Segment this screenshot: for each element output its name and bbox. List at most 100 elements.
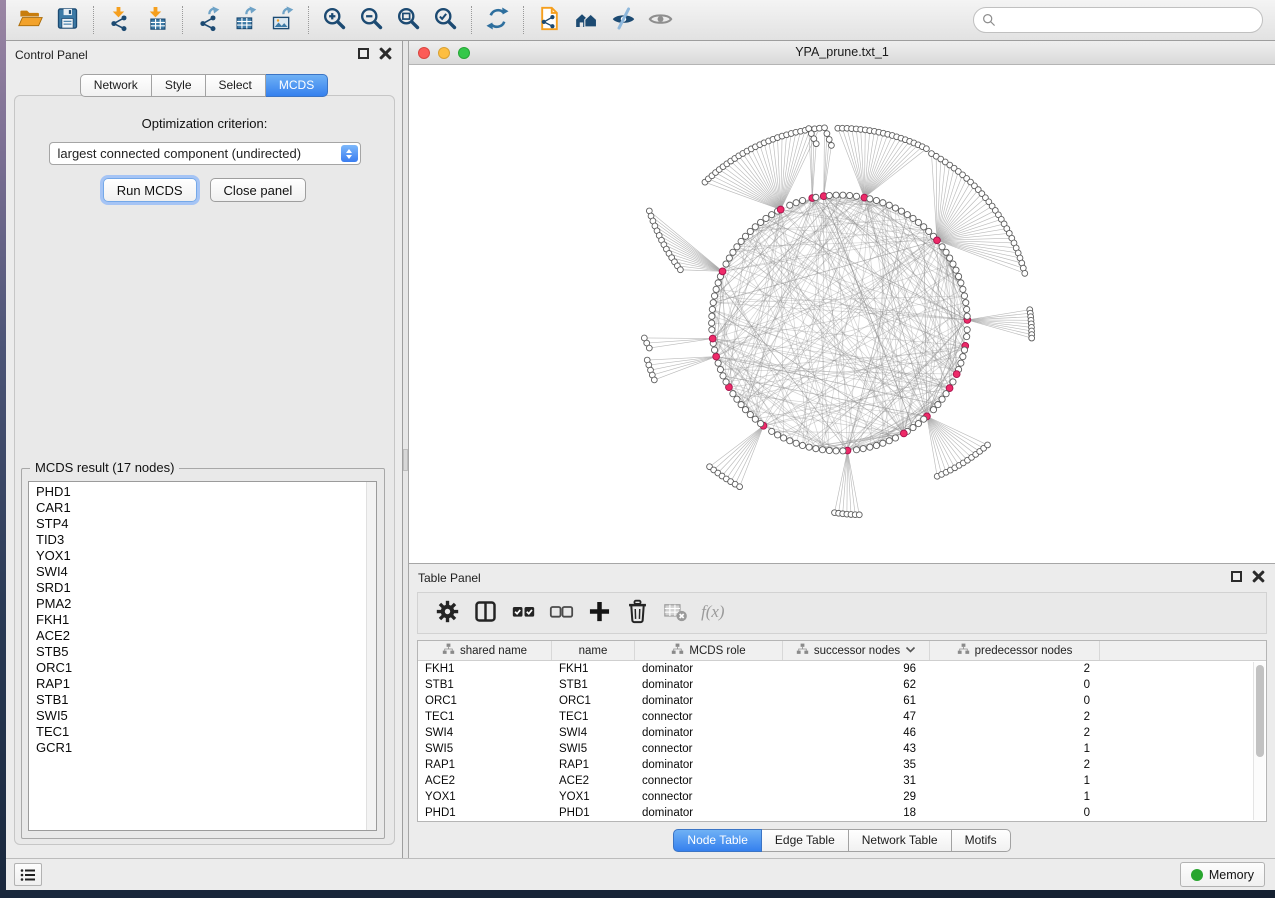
network-node[interactable] bbox=[711, 347, 717, 353]
tab-select[interactable]: Select bbox=[206, 74, 266, 97]
network-node[interactable] bbox=[723, 261, 729, 267]
close-panel-icon[interactable] bbox=[379, 47, 392, 60]
network-node[interactable] bbox=[892, 205, 898, 211]
apply-layout-button[interactable] bbox=[479, 3, 516, 37]
export-network-button[interactable] bbox=[190, 3, 227, 37]
network-node[interactable] bbox=[769, 428, 775, 434]
network-node[interactable] bbox=[787, 438, 793, 444]
float-panel-icon[interactable] bbox=[358, 48, 369, 59]
network-node[interactable] bbox=[651, 377, 657, 383]
mcds-result-item[interactable]: SWI4 bbox=[29, 564, 366, 580]
network-node[interactable] bbox=[826, 137, 832, 143]
zoom-selected-button[interactable] bbox=[427, 3, 464, 37]
network-node[interactable] bbox=[910, 424, 916, 430]
tab-mcds[interactable]: MCDS bbox=[266, 74, 328, 97]
open-file-button[interactable] bbox=[12, 3, 49, 37]
network-node[interactable] bbox=[847, 192, 853, 198]
tab-motifs[interactable]: Motifs bbox=[952, 829, 1011, 852]
network-node[interactable] bbox=[898, 208, 904, 214]
network-node[interactable] bbox=[961, 347, 967, 353]
mcds-result-item[interactable]: SRD1 bbox=[29, 580, 366, 596]
network-node[interactable] bbox=[910, 215, 916, 221]
network-node[interactable] bbox=[726, 255, 732, 261]
network-node[interactable] bbox=[867, 196, 873, 202]
network-node[interactable] bbox=[737, 484, 743, 490]
deselect-all-button[interactable] bbox=[546, 597, 576, 629]
network-node[interactable] bbox=[793, 200, 799, 206]
network-node[interactable] bbox=[955, 273, 961, 279]
network-node[interactable] bbox=[677, 267, 683, 273]
mcds-result-item[interactable]: TEC1 bbox=[29, 724, 366, 740]
network-node[interactable] bbox=[715, 360, 721, 366]
network-node[interactable] bbox=[853, 193, 859, 199]
network-node-selected[interactable] bbox=[777, 206, 784, 213]
column-header-MCDS-role[interactable]: MCDS role bbox=[635, 641, 783, 660]
mcds-result-item[interactable]: STB5 bbox=[29, 644, 366, 660]
network-node[interactable] bbox=[711, 293, 717, 299]
tab-network[interactable]: Network bbox=[80, 74, 152, 97]
network-node[interactable] bbox=[780, 435, 786, 441]
network-node[interactable] bbox=[709, 306, 715, 312]
network-node[interactable] bbox=[867, 444, 873, 450]
network-node[interactable] bbox=[958, 280, 964, 286]
network-node[interactable] bbox=[723, 379, 729, 385]
table-row[interactable]: RAP1RAP1dominator352 bbox=[418, 757, 1266, 773]
float-table-panel-icon[interactable] bbox=[1231, 571, 1242, 582]
mcds-result-item[interactable]: CAR1 bbox=[29, 500, 366, 516]
import-network-button[interactable] bbox=[101, 3, 138, 37]
mcds-result-item[interactable]: PMA2 bbox=[29, 596, 366, 612]
table-row[interactable]: FKH1FKH1dominator962 bbox=[418, 661, 1266, 677]
network-node[interactable] bbox=[829, 142, 835, 148]
network-node[interactable] bbox=[853, 447, 859, 453]
network-node[interactable] bbox=[799, 442, 805, 448]
network-node[interactable] bbox=[924, 146, 930, 152]
network-node[interactable] bbox=[730, 249, 736, 255]
network-node[interactable] bbox=[943, 391, 949, 397]
network-node[interactable] bbox=[738, 238, 744, 244]
table-row[interactable]: SWI4SWI4dominator462 bbox=[418, 725, 1266, 741]
network-node[interactable] bbox=[958, 360, 964, 366]
network-node[interactable] bbox=[880, 440, 886, 446]
search-input[interactable] bbox=[1001, 13, 1254, 27]
network-node[interactable] bbox=[734, 244, 740, 250]
table-row[interactable]: SWI5SWI5connector431 bbox=[418, 741, 1266, 757]
column-header-successor-nodes[interactable]: successor nodes bbox=[783, 641, 930, 660]
zoom-out-button[interactable] bbox=[353, 3, 390, 37]
network-node[interactable] bbox=[710, 300, 716, 306]
table-row[interactable]: ACE2ACE2connector311 bbox=[418, 773, 1266, 789]
network-node[interactable] bbox=[1022, 270, 1028, 276]
network-node[interactable] bbox=[709, 327, 715, 333]
network-node[interactable] bbox=[921, 416, 927, 422]
new-network-from-selection-button[interactable] bbox=[531, 3, 568, 37]
column-header-shared-name[interactable]: shared name bbox=[418, 641, 552, 660]
network-node[interactable] bbox=[985, 442, 991, 448]
network-node[interactable] bbox=[826, 192, 832, 198]
network-node-selected[interactable] bbox=[713, 353, 720, 360]
network-node[interactable] bbox=[926, 228, 932, 234]
network-node[interactable] bbox=[822, 125, 828, 131]
network-node[interactable] bbox=[960, 354, 966, 360]
task-history-button[interactable] bbox=[14, 863, 42, 886]
network-node[interactable] bbox=[939, 244, 945, 250]
network-node[interactable] bbox=[961, 293, 967, 299]
network-node[interactable] bbox=[904, 212, 910, 218]
search-box[interactable] bbox=[973, 7, 1263, 33]
network-node[interactable] bbox=[774, 432, 780, 438]
network-node-selected[interactable] bbox=[709, 335, 716, 342]
network-node[interactable] bbox=[709, 320, 715, 326]
table-scrollbar-thumb[interactable] bbox=[1256, 665, 1264, 757]
network-node[interactable] bbox=[742, 233, 748, 239]
network-node[interactable] bbox=[824, 131, 830, 137]
tab-node-table[interactable]: Node Table bbox=[673, 829, 762, 852]
network-node[interactable] bbox=[915, 420, 921, 426]
close-panel-button[interactable]: Close panel bbox=[210, 178, 307, 202]
network-node-selected[interactable] bbox=[934, 237, 941, 244]
network-node[interactable] bbox=[747, 411, 753, 417]
show-column-button[interactable] bbox=[470, 597, 500, 629]
network-node[interactable] bbox=[880, 200, 886, 206]
network-node[interactable] bbox=[763, 215, 769, 221]
network-node[interactable] bbox=[747, 228, 753, 234]
table-row[interactable]: ORC1ORC1dominator610 bbox=[418, 693, 1266, 709]
maximize-window-icon[interactable] bbox=[458, 47, 470, 59]
delete-button[interactable] bbox=[622, 597, 652, 629]
